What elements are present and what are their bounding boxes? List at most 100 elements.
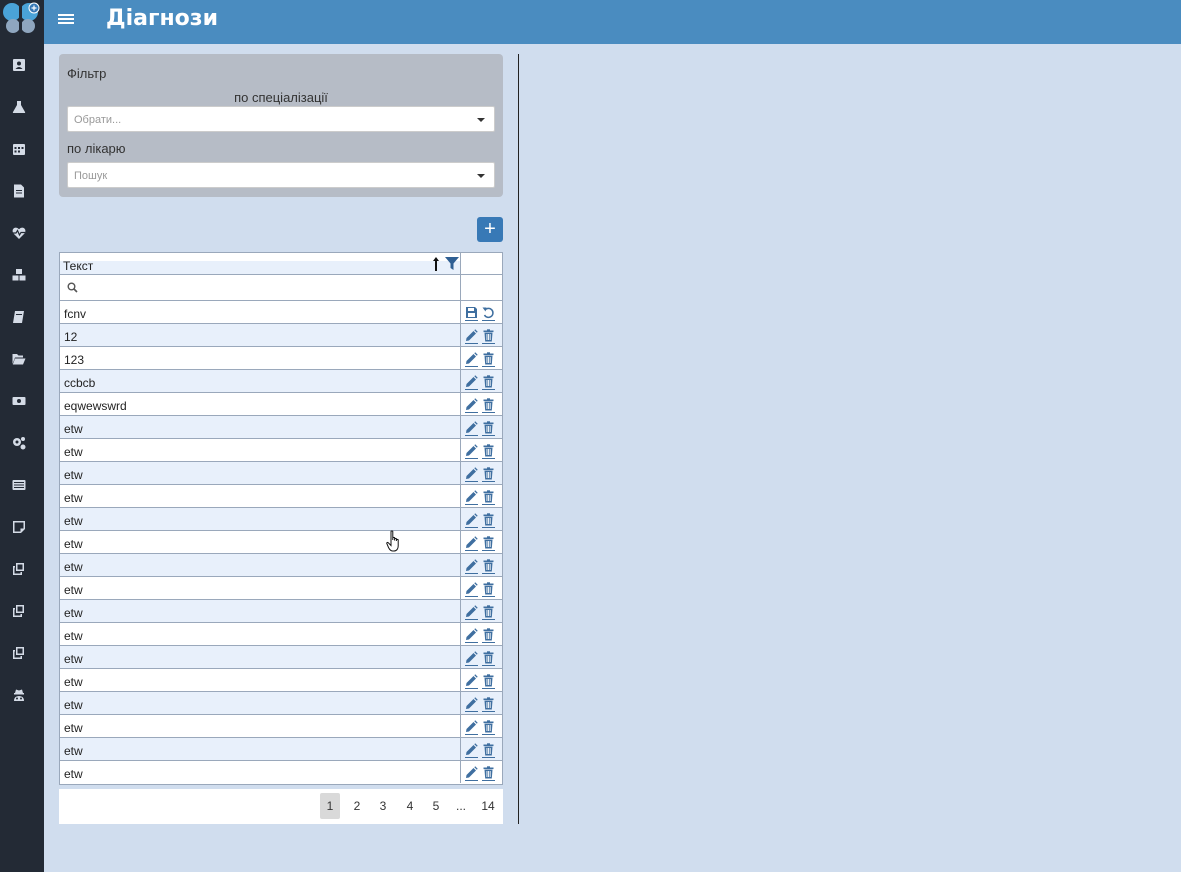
splitter[interactable] <box>518 54 519 824</box>
delete-trash-icon[interactable] <box>482 605 495 620</box>
delete-trash-icon[interactable] <box>482 352 495 367</box>
delete-trash-icon[interactable] <box>482 490 495 505</box>
add-button[interactable]: + <box>477 217 503 242</box>
diagnosis-text-cell[interactable]: fcnv <box>60 301 461 323</box>
delete-trash-icon[interactable] <box>482 697 495 712</box>
edit-pencil-icon[interactable] <box>465 697 478 712</box>
doctor-select[interactable]: Пошук <box>67 162 495 188</box>
diagnosis-text-cell[interactable]: eqwewswrd <box>60 393 461 415</box>
diagnosis-text-cell[interactable]: etw <box>60 600 461 622</box>
diagnosis-text-cell[interactable]: ccbcb <box>60 370 461 392</box>
table-row[interactable]: etw <box>60 623 502 646</box>
edit-pencil-icon[interactable] <box>465 329 478 344</box>
sticky-note-icon[interactable] <box>11 519 27 535</box>
delete-trash-icon[interactable] <box>482 329 495 344</box>
money-icon[interactable] <box>11 393 27 409</box>
diagnosis-text-cell[interactable]: etw <box>60 416 461 438</box>
diagnosis-text-cell[interactable]: etw <box>60 623 461 645</box>
flask-icon[interactable] <box>11 99 27 115</box>
hamburger-menu-icon[interactable] <box>58 12 74 28</box>
delete-trash-icon[interactable] <box>482 674 495 689</box>
diagnosis-text-cell[interactable]: etw <box>60 738 461 760</box>
pager-page-4[interactable]: 4 <box>400 793 420 819</box>
edit-pencil-icon[interactable] <box>465 444 478 459</box>
table-row[interactable]: etw <box>60 600 502 623</box>
table-row[interactable]: etw <box>60 761 502 784</box>
table-row[interactable]: etw <box>60 692 502 715</box>
table-row[interactable]: fcnv <box>60 301 502 324</box>
delete-trash-icon[interactable] <box>482 536 495 551</box>
cancel-undo-icon[interactable] <box>482 306 495 321</box>
table-row[interactable]: etw <box>60 416 502 439</box>
cubes-icon[interactable] <box>11 267 27 283</box>
save-icon[interactable] <box>465 306 478 321</box>
delete-trash-icon[interactable] <box>482 467 495 482</box>
specialization-select[interactable]: Обрати... <box>67 106 495 132</box>
diagnosis-text-cell[interactable]: etw <box>60 577 461 599</box>
edit-pencil-icon[interactable] <box>465 651 478 666</box>
diagnosis-text-cell[interactable]: etw <box>60 508 461 530</box>
edit-pencil-icon[interactable] <box>465 352 478 367</box>
pager-page-2[interactable]: 2 <box>347 793 367 819</box>
table-row[interactable]: ccbcb <box>60 370 502 393</box>
delete-trash-icon[interactable] <box>482 421 495 436</box>
copy-icon[interactable] <box>11 645 27 661</box>
diagnosis-text-cell[interactable]: etw <box>60 646 461 668</box>
cogs-icon[interactable] <box>11 435 27 451</box>
copy-icon[interactable] <box>11 561 27 577</box>
table-row[interactable]: etw <box>60 669 502 692</box>
edit-pencil-icon[interactable] <box>465 467 478 482</box>
delete-trash-icon[interactable] <box>482 582 495 597</box>
app-logo[interactable] <box>2 0 40 34</box>
diagnosis-text-cell[interactable]: etw <box>60 462 461 484</box>
edit-pencil-icon[interactable] <box>465 674 478 689</box>
edit-pencil-icon[interactable] <box>465 513 478 528</box>
table-row[interactable]: etw <box>60 554 502 577</box>
patient-card-icon[interactable] <box>11 57 27 73</box>
table-row[interactable]: etw <box>60 738 502 761</box>
edit-pencil-icon[interactable] <box>465 628 478 643</box>
delete-trash-icon[interactable] <box>482 513 495 528</box>
edit-pencil-icon[interactable] <box>465 605 478 620</box>
table-row[interactable]: etw <box>60 715 502 738</box>
diagnosis-text-cell[interactable]: etw <box>60 485 461 507</box>
pager-page-5[interactable]: 5 <box>426 793 446 819</box>
delete-trash-icon[interactable] <box>482 720 495 735</box>
table-row[interactable]: etw <box>60 439 502 462</box>
table-row[interactable]: etw <box>60 531 502 554</box>
diagnosis-text-cell[interactable]: 123 <box>60 347 461 369</box>
folder-open-icon[interactable] <box>11 351 27 367</box>
diagnosis-text-cell[interactable]: 12 <box>60 324 461 346</box>
list-icon[interactable] <box>11 477 27 493</box>
delete-trash-icon[interactable] <box>482 651 495 666</box>
pager-page-3[interactable]: 3 <box>373 793 393 819</box>
table-row[interactable]: etw <box>60 485 502 508</box>
delete-trash-icon[interactable] <box>482 559 495 574</box>
copy-icon[interactable] <box>11 603 27 619</box>
edit-pencil-icon[interactable] <box>465 421 478 436</box>
sort-ascending-icon[interactable] <box>433 256 439 272</box>
diagnosis-text-cell[interactable]: etw <box>60 715 461 737</box>
book-icon[interactable] <box>11 309 27 325</box>
table-row[interactable]: etw <box>60 646 502 669</box>
column-header-text[interactable]: Текст <box>60 253 461 274</box>
edit-pencil-icon[interactable] <box>465 398 478 413</box>
edit-pencil-icon[interactable] <box>465 766 478 781</box>
heartbeat-icon[interactable] <box>11 225 27 241</box>
table-row[interactable]: etw <box>60 508 502 531</box>
delete-trash-icon[interactable] <box>482 398 495 413</box>
table-row[interactable]: etw <box>60 462 502 485</box>
edit-pencil-icon[interactable] <box>465 536 478 551</box>
delete-trash-icon[interactable] <box>482 628 495 643</box>
table-row[interactable]: 12 <box>60 324 502 347</box>
edit-pencil-icon[interactable] <box>465 375 478 390</box>
edit-pencil-icon[interactable] <box>465 490 478 505</box>
pager-page-14[interactable]: 14 <box>478 793 498 819</box>
calendar-icon[interactable] <box>11 141 27 157</box>
delete-trash-icon[interactable] <box>482 743 495 758</box>
diagnosis-text-cell[interactable]: etw <box>60 669 461 691</box>
delete-trash-icon[interactable] <box>482 375 495 390</box>
delete-trash-icon[interactable] <box>482 444 495 459</box>
table-row[interactable]: etw <box>60 577 502 600</box>
edit-pencil-icon[interactable] <box>465 559 478 574</box>
